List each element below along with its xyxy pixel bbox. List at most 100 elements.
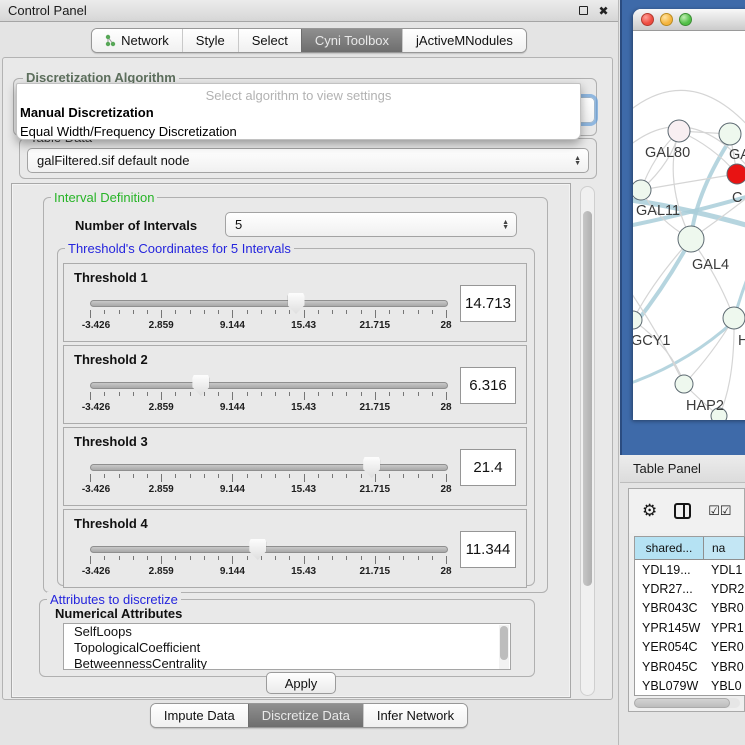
zoom-traffic-light-icon[interactable] xyxy=(679,13,692,26)
table-row[interactable]: YPR145WYPR1 xyxy=(635,618,745,637)
table-cell[interactable]: YPR1 xyxy=(704,618,745,637)
network-node[interactable] xyxy=(668,120,690,142)
control-panel-titlebar: Control Panel ✖ xyxy=(0,0,618,22)
slider-tick-label: 9.144 xyxy=(220,320,245,331)
slider-tick xyxy=(119,310,120,314)
tab-jactivemnodules[interactable]: jActiveMNodules xyxy=(402,29,526,52)
tab-impute-data[interactable]: Impute Data xyxy=(151,704,248,727)
tab-network[interactable]: Network xyxy=(92,29,182,52)
slider-tick xyxy=(261,474,262,478)
table-cell[interactable]: YDR2 xyxy=(704,579,745,598)
network-node[interactable] xyxy=(719,123,741,145)
float-window-icon[interactable] xyxy=(577,4,590,17)
table-row[interactable]: YER054CYER0 xyxy=(635,638,745,657)
tab-infer-network[interactable]: Infer Network xyxy=(363,704,467,727)
slider-tick xyxy=(175,310,176,314)
slider-tick xyxy=(403,310,404,314)
threshold-value-field[interactable]: 6.316 xyxy=(460,367,516,404)
network-node[interactable] xyxy=(633,180,651,200)
table-cell[interactable]: YBL079W xyxy=(635,676,704,695)
table-cell[interactable]: YPR145W xyxy=(635,618,704,637)
close-icon[interactable]: ✖ xyxy=(597,4,610,17)
table-row[interactable]: YDL19...YDL1 xyxy=(635,560,745,579)
slider-tick xyxy=(361,310,362,314)
table-cell[interactable]: YDR27... xyxy=(635,579,704,598)
slider-tick xyxy=(90,556,91,564)
slider-tick xyxy=(432,474,433,478)
algorithm-option[interactable]: Equal Width/Frequency Discretization xyxy=(17,122,580,141)
tab-label: Infer Network xyxy=(377,708,454,723)
table-cell[interactable]: YBR043C xyxy=(635,599,704,618)
slider-tick xyxy=(332,310,333,314)
slider-tick xyxy=(432,392,433,396)
slider-tick xyxy=(161,556,162,564)
slider-track[interactable] xyxy=(90,300,448,307)
slider-track[interactable] xyxy=(90,546,448,553)
combo-stepper-icon: ▲▼ xyxy=(574,156,581,166)
table-cell[interactable]: YBR0 xyxy=(704,599,745,618)
slider-tick-label: -3.426 xyxy=(82,484,110,495)
network-node-label: GAL11 xyxy=(636,203,680,219)
tab-style[interactable]: Style xyxy=(182,29,238,52)
slider-tick xyxy=(275,392,276,396)
threshold-value-field[interactable]: 21.4 xyxy=(460,449,516,486)
slider-tick xyxy=(318,310,319,314)
numerical-attributes-list[interactable]: SelfLoopsTopologicalCoefficientBetweenne… xyxy=(63,623,511,670)
tab-cyni-toolbox[interactable]: Cyni Toolbox xyxy=(301,29,402,52)
number-of-intervals-combobox[interactable]: 5 ▲▼ xyxy=(225,212,517,237)
threshold-label: Threshold 3 xyxy=(74,434,148,449)
slider-tick xyxy=(403,556,404,560)
split-columns-icon[interactable] xyxy=(674,503,691,519)
table-cell[interactable]: YDL1 xyxy=(704,560,745,579)
slider-tick xyxy=(446,310,447,318)
threshold-value-field[interactable]: 11.344 xyxy=(460,531,516,568)
network-node[interactable] xyxy=(727,164,745,184)
attribute-list-item[interactable]: TopologicalCoefficient xyxy=(64,640,510,656)
attributes-scrollbar[interactable] xyxy=(499,625,509,669)
tab-discretize-data[interactable]: Discretize Data xyxy=(248,704,363,727)
table-row[interactable]: YDR27...YDR2 xyxy=(635,579,745,598)
slider-tick xyxy=(104,392,105,396)
slider-track[interactable] xyxy=(90,382,448,389)
network-node[interactable] xyxy=(723,307,745,329)
slider-tick xyxy=(289,310,290,314)
threshold-panel: Threshold 3-3.4262.8599.14415.4321.71528… xyxy=(63,427,527,506)
slider-tick-label: 2.859 xyxy=(149,402,174,413)
attribute-list-item[interactable]: SelfLoops xyxy=(64,624,510,640)
table-row[interactable]: YBL079WYBL0 xyxy=(635,676,745,695)
algorithm-option[interactable]: Manual Discretization xyxy=(17,103,580,122)
tab-select[interactable]: Select xyxy=(238,29,301,52)
slider-tick-label: 9.144 xyxy=(220,566,245,577)
table-cell[interactable]: YDL19... xyxy=(635,560,704,579)
threshold-label: Threshold 4 xyxy=(74,516,148,531)
table-column-header[interactable]: na xyxy=(704,537,745,560)
slider-tick-label: 28 xyxy=(440,484,451,495)
algorithm-option-list: Manual DiscretizationEqual Width/Frequen… xyxy=(17,103,580,141)
network-node-label: HAP2 xyxy=(686,398,724,414)
table-data-value: galFiltered.sif default node xyxy=(37,153,189,168)
threshold-label: Threshold 1 xyxy=(74,270,148,285)
network-node[interactable] xyxy=(678,226,704,252)
table-row[interactable]: YBR043CYBR0 xyxy=(635,599,745,618)
table-cell[interactable]: YER054C xyxy=(635,638,704,657)
table-column-header[interactable]: shared... xyxy=(635,537,704,560)
close-traffic-light-icon[interactable] xyxy=(641,13,654,26)
table-cell[interactable]: YER0 xyxy=(704,638,745,657)
network-canvas[interactable]: GAL80GACGAL11GAL4GCY1HHAP2 xyxy=(633,31,745,420)
settings-scrollbar[interactable] xyxy=(580,186,595,696)
table-row[interactable]: YBR045CYBR0 xyxy=(635,657,745,676)
table-cell[interactable]: YBR0 xyxy=(704,657,745,676)
table-data-combobox[interactable]: galFiltered.sif default node ▲▼ xyxy=(27,148,589,173)
table-cell[interactable]: YBR045C xyxy=(635,657,704,676)
network-node[interactable] xyxy=(675,375,693,393)
slider-tick xyxy=(332,392,333,396)
slider-track[interactable] xyxy=(90,464,448,471)
threshold-value-field[interactable]: 14.713 xyxy=(460,285,516,322)
checkboxes-icon[interactable]: ☑☑ xyxy=(708,503,731,519)
gear-icon[interactable]: ⚙ xyxy=(642,501,657,521)
minimize-traffic-light-icon[interactable] xyxy=(660,13,673,26)
table-cell[interactable]: YBL0 xyxy=(704,676,745,695)
table-hscrollbar[interactable] xyxy=(634,698,740,708)
apply-button[interactable]: Apply xyxy=(266,672,336,694)
attribute-list-item[interactable]: BetweennessCentrality xyxy=(64,656,510,670)
